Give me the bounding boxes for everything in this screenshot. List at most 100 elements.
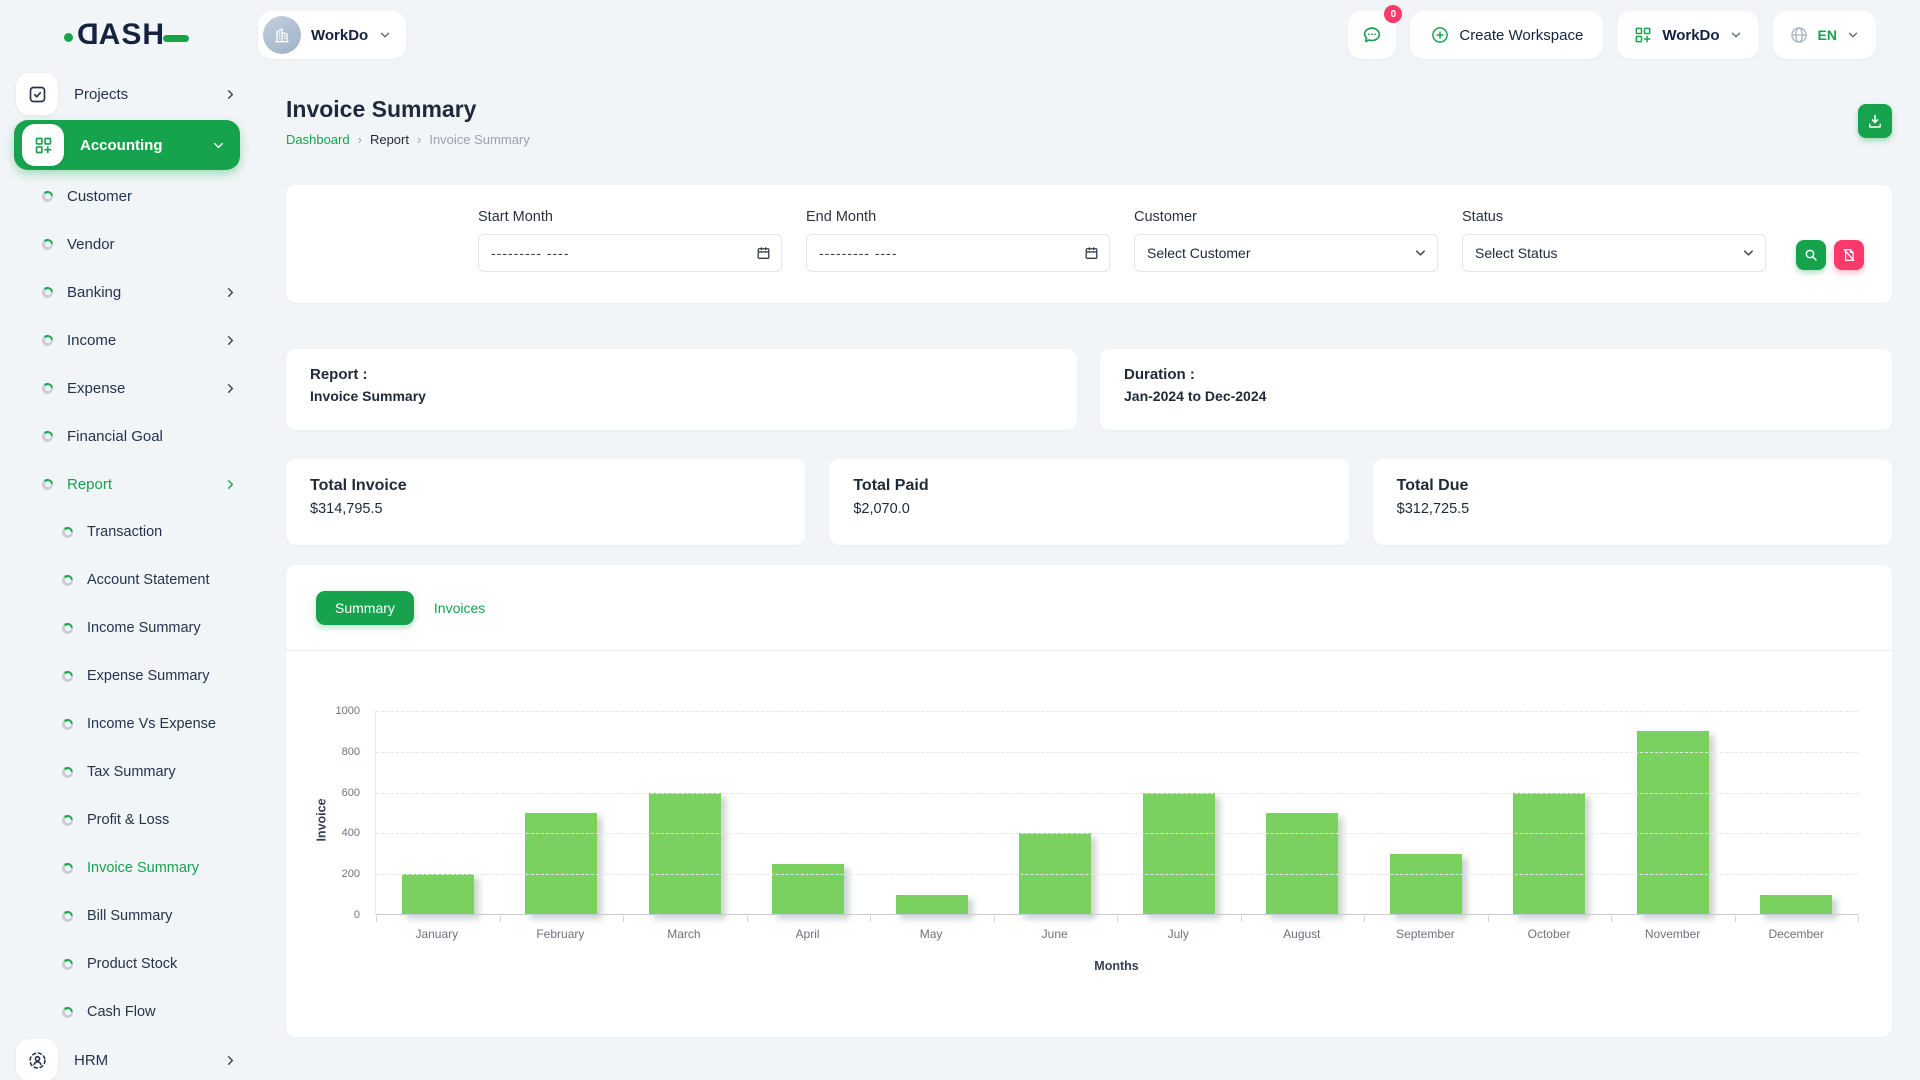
reset-filter-button[interactable] <box>1834 240 1864 270</box>
sidebar-item-customer[interactable]: Customer <box>0 172 258 220</box>
tab-invoices[interactable]: Invoices <box>434 600 485 616</box>
x-tick-label: October <box>1487 927 1611 941</box>
sidebar-item-profit-loss[interactable]: Profit & Loss <box>0 796 258 844</box>
status-select[interactable]: Select Status <box>1462 234 1766 272</box>
bullet-icon <box>42 335 53 346</box>
invoice-bar-chart: Invoice JanuaryFebruaryMarchAprilMayJune… <box>286 651 1892 996</box>
x-tick-label: March <box>622 927 746 941</box>
page-title: Invoice Summary <box>286 96 530 123</box>
sidebar-item-label: Profit & Loss <box>87 812 169 828</box>
main-content: Invoice Summary Dashboard›Report›Invoice… <box>258 70 1920 1080</box>
sidebar-item-banking[interactable]: Banking <box>0 268 258 316</box>
header-actions: 0 Create Workspace WorkDo EN <box>1348 11 1920 59</box>
bullet-icon <box>42 191 53 202</box>
language-selector[interactable]: EN <box>1773 11 1876 59</box>
breadcrumb: Dashboard›Report›Invoice Summary <box>286 132 530 147</box>
building-icon <box>272 25 292 45</box>
projects-icon <box>27 84 48 105</box>
duration-info-card: Duration : Jan-2024 to Dec-2024 <box>1100 349 1892 430</box>
top-header: DASH WorkDo 0 Create Workspace WorkDo EN <box>0 0 1920 70</box>
plus-circle-icon <box>1430 25 1450 45</box>
chart-panel: Summary Invoices Invoice JanuaryFebruaryM… <box>286 565 1892 1037</box>
sidebar-item-label: Cash Flow <box>87 1004 156 1020</box>
total-value: $2,070.0 <box>853 501 1324 517</box>
sidebar-item-financial-goal[interactable]: Financial Goal <box>0 412 258 460</box>
sidebar-item-transaction[interactable]: Transaction <box>0 508 258 556</box>
workspace-name: WorkDo <box>311 27 368 44</box>
bullet-icon <box>62 671 73 682</box>
hrm-icon <box>27 1050 48 1071</box>
end-month-field: End Month <box>806 209 1110 303</box>
chevron-right-icon <box>223 87 238 102</box>
status-field: Status Select Status <box>1462 209 1766 303</box>
chevron-right-icon <box>223 477 238 492</box>
apply-filter-button[interactable] <box>1796 240 1826 270</box>
x-tick-label: April <box>746 927 870 941</box>
x-tick-label: July <box>1116 927 1240 941</box>
workspace-switcher[interactable]: WorkDo <box>258 11 406 59</box>
sidebar-item-tax-summary[interactable]: Tax Summary <box>0 748 258 796</box>
sidebar-item-label: Income <box>67 332 116 349</box>
create-workspace-button[interactable]: Create Workspace <box>1410 11 1603 59</box>
total-card-total-paid: Total Paid$2,070.0 <box>829 459 1348 545</box>
sidebar-item-account-statement[interactable]: Account Statement <box>0 556 258 604</box>
dash-logo: DASH <box>64 18 189 52</box>
sidebar-item-label: Product Stock <box>87 956 177 972</box>
x-tick-label: September <box>1364 927 1488 941</box>
end-month-input[interactable] <box>806 234 1110 272</box>
app-menu-button[interactable]: WorkDo <box>1617 11 1758 59</box>
sidebar-item-label: Expense Summary <box>87 668 210 684</box>
sidebar-item-expense[interactable]: Expense <box>0 364 258 412</box>
y-tick-label: 800 <box>286 746 360 758</box>
sidebar-item-hrm[interactable]: HRM <box>0 1036 258 1080</box>
x-tick-label: August <box>1240 927 1364 941</box>
sidebar-item-vendor[interactable]: Vendor <box>0 220 258 268</box>
sidebar-item-projects[interactable]: Projects <box>0 70 258 118</box>
sidebar-item-income-vs-expense[interactable]: Income Vs Expense <box>0 700 258 748</box>
download-button[interactable] <box>1858 104 1892 138</box>
y-tick-label: 0 <box>286 909 360 921</box>
breadcrumb-dashboard[interactable]: Dashboard <box>286 132 350 147</box>
sidebar-item-expense-summary[interactable]: Expense Summary <box>0 652 258 700</box>
sidebar-item-report[interactable]: Report <box>0 460 258 508</box>
chevron-right-icon <box>223 381 238 396</box>
sidebar-item-label: Income Vs Expense <box>87 716 216 732</box>
grid-plus-icon <box>1633 25 1653 45</box>
customer-select[interactable]: Select Customer <box>1134 234 1438 272</box>
globe-icon <box>1789 25 1809 45</box>
chat-icon <box>1361 24 1383 46</box>
breadcrumb-separator: › <box>417 132 421 147</box>
sidebar-item-cash-flow[interactable]: Cash Flow <box>0 988 258 1036</box>
report-value: Invoice Summary <box>310 388 1053 404</box>
sidebar-item-label: Customer <box>67 188 132 205</box>
sidebar-item-product-stock[interactable]: Product Stock <box>0 940 258 988</box>
sidebar-item-bill-summary[interactable]: Bill Summary <box>0 892 258 940</box>
y-tick-label: 600 <box>286 787 360 799</box>
chevron-right-icon <box>223 333 238 348</box>
chevron-right-icon <box>223 285 238 300</box>
app-menu-label: WorkDo <box>1662 27 1719 44</box>
bullet-icon <box>62 719 73 730</box>
customer-field: Customer Select Customer <box>1134 209 1438 303</box>
breadcrumb-invoice-summary: Invoice Summary <box>429 132 529 147</box>
app-logo[interactable]: DASH <box>0 18 258 52</box>
messages-button[interactable]: 0 <box>1348 11 1396 59</box>
sidebar-item-income-summary[interactable]: Income Summary <box>0 604 258 652</box>
bullet-icon <box>62 863 73 874</box>
start-month-input[interactable] <box>478 234 782 272</box>
sidebar-item-invoice-summary[interactable]: Invoice Summary <box>0 844 258 892</box>
sidebar-item-label: Transaction <box>87 524 162 540</box>
sidebar-item-label: Financial Goal <box>67 428 163 445</box>
sidebar-item-accounting[interactable]: Accounting <box>14 120 240 170</box>
chevron-right-icon <box>223 1053 238 1068</box>
sidebar-item-income[interactable]: Income <box>0 316 258 364</box>
report-info-card: Report : Invoice Summary <box>286 349 1077 430</box>
projects-icon <box>16 73 58 115</box>
breadcrumb-report[interactable]: Report <box>370 132 409 147</box>
y-tick-label: 400 <box>286 827 360 839</box>
tab-summary[interactable]: Summary <box>316 591 414 625</box>
chevron-right-icon <box>223 285 238 300</box>
total-card-total-invoice: Total Invoice$314,795.5 <box>286 459 805 545</box>
chevron-down-icon <box>211 138 226 153</box>
bullet-icon <box>62 623 73 634</box>
